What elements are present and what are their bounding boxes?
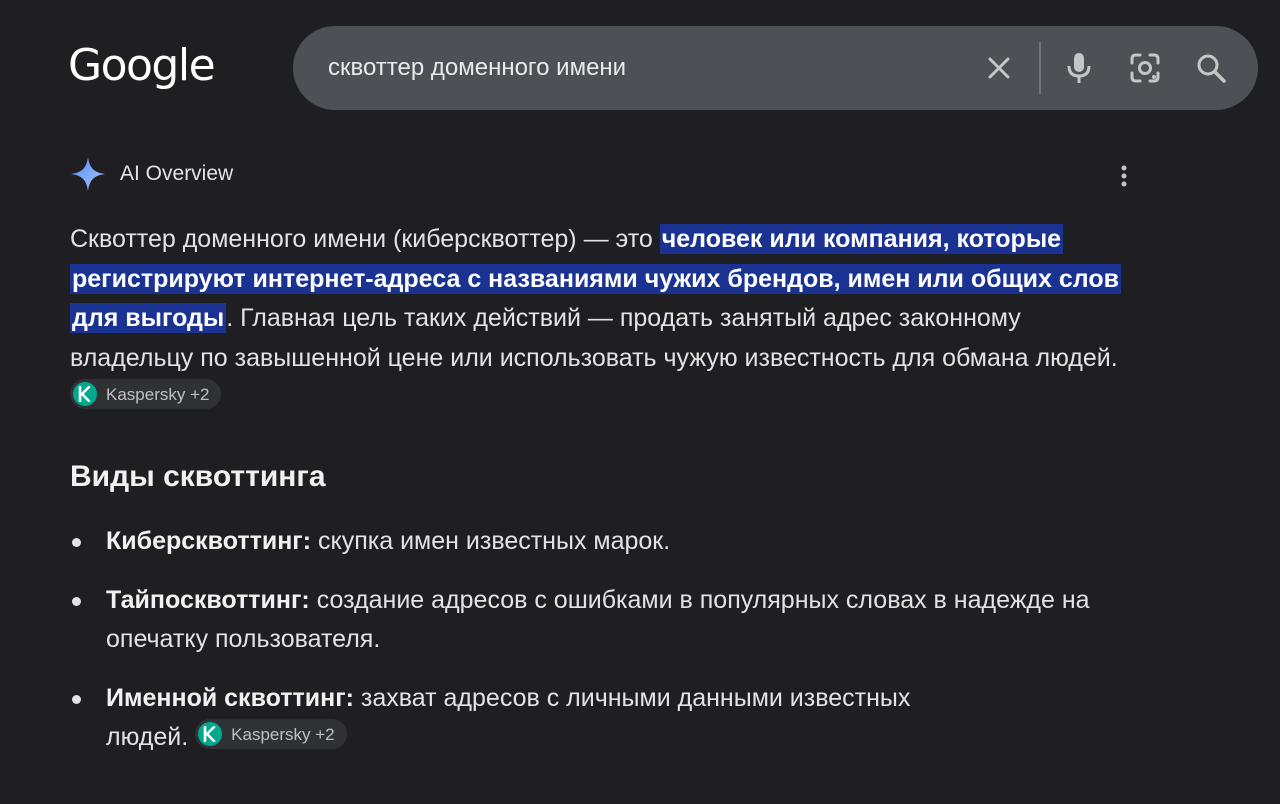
close-icon[interactable] (979, 48, 1019, 88)
search-icon[interactable] (1191, 48, 1231, 88)
list-item-term: Киберсквоттинг: (106, 527, 312, 555)
ai-overview-header: AI Overview (70, 156, 233, 192)
kaspersky-logo-icon (73, 382, 97, 407)
section-heading: Виды сквоттинга (70, 460, 326, 493)
more-options-icon[interactable] (1108, 160, 1140, 192)
list-item-term: Тайпосквоттинг: (106, 586, 310, 614)
source-chip-label: Kaspersky +2 (106, 384, 210, 404)
ai-overview-title: AI Overview (120, 162, 234, 185)
squatting-types-list: Киберсквоттинг: скупка имен известных ма… (70, 522, 1150, 757)
search-bar[interactable]: сквоттер доменного имени (293, 26, 1258, 110)
sparkle-icon (71, 157, 105, 191)
ai-overview-summary: Сквоттер доменного имени (киберсквоттер)… (70, 220, 1150, 418)
summary-text-start: Сквоттер доменного имени (киберсквоттер)… (70, 225, 660, 253)
source-chip[interactable]: Kaspersky +2 (70, 379, 222, 410)
summary-text-end: . Главная цель таких действий — продать … (70, 304, 1118, 372)
google-logo[interactable]: Google (68, 40, 216, 91)
list-item: Киберсквоттинг: скупка имен известных ма… (70, 522, 1150, 561)
bullet (72, 695, 81, 704)
mic-icon[interactable] (1059, 48, 1099, 88)
search-bar-divider (1039, 42, 1041, 94)
list-item: Именной сквоттинг: захват адресов с личн… (70, 679, 986, 757)
lens-camera-icon[interactable] (1125, 48, 1165, 88)
bullet (72, 597, 81, 606)
list-item: Тайпосквоттинг: создание адресов с ошибк… (70, 581, 1150, 659)
source-chip[interactable]: Kaspersky +2 (195, 719, 347, 750)
kaspersky-logo-icon (198, 722, 223, 747)
bullet (72, 538, 81, 547)
search-input[interactable]: сквоттер доменного имени (328, 54, 626, 82)
search-results-page: Google сквоттер доменного имени AI Overv… (0, 0, 1280, 804)
source-chip-label: Kaspersky +2 (231, 724, 335, 744)
list-item-term: Именной сквоттинг: (106, 684, 354, 712)
list-item-text: скупка имен известных марок. (311, 527, 671, 555)
